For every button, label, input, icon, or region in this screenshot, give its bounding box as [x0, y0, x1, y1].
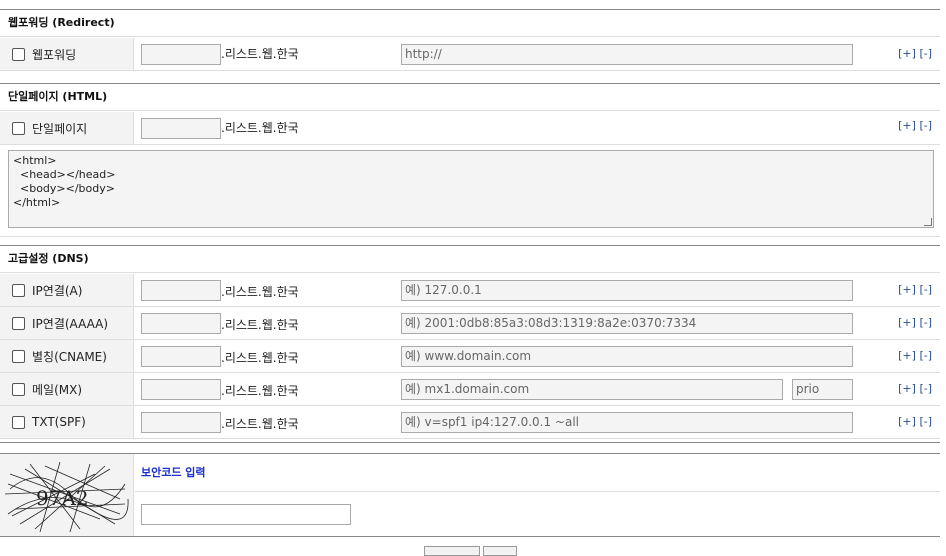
dns-mx-value-input[interactable]: 예) mx1.domain.com — [401, 379, 783, 400]
dns-a-label: IP연결(A) — [32, 283, 83, 298]
dns-aaaa-checkbox[interactable] — [12, 316, 25, 330]
dns-row: 메일(MX) .리스트.웹.한국 예) mx1.domain.com prio … — [0, 373, 940, 406]
dns-cname-value-input[interactable]: 예) www.domain.com — [401, 346, 853, 367]
dns-mx-checkbox[interactable] — [12, 382, 25, 396]
dns-txt-domain-suffix: .리스트.웹.한국 — [221, 417, 299, 431]
add-row-button[interactable]: [+] — [898, 415, 916, 428]
dns-mx-label: 메일(MX) — [32, 382, 83, 397]
single-page-row: 단일페이지 .리스트.웹.한국 [+] [-] — [0, 112, 940, 145]
remove-row-button[interactable]: [-] — [919, 349, 932, 362]
dns-cname-domain-suffix: .리스트.웹.한국 — [221, 351, 299, 365]
remove-row-button[interactable]: [-] — [919, 47, 932, 60]
captcha-input[interactable] — [141, 504, 351, 525]
redirect-url-input[interactable]: http:// — [401, 44, 853, 65]
dns-aaaa-domain-suffix: .리스트.웹.한국 — [221, 318, 299, 332]
redirect-subdomain-input[interactable] — [141, 44, 221, 65]
captcha-image: 97A2 — [4, 461, 129, 533]
remove-row-button[interactable]: [-] — [919, 283, 932, 296]
dns-txt-checkbox[interactable] — [12, 415, 25, 429]
dns-aaaa-value-input[interactable]: 예) 2001:0db8:85a3:08d3:1319:8a2e:0370:73… — [401, 313, 853, 334]
dns-aaaa-subdomain-input[interactable] — [141, 313, 221, 334]
add-row-button[interactable]: [+] — [898, 283, 916, 296]
dns-row: TXT(SPF) .리스트.웹.한국 예) v=spf1 ip4:127.0.0… — [0, 406, 940, 439]
dns-section-title: 고급설정 (DNS) — [0, 245, 940, 273]
redirect-row: 웹포워딩 .리스트.웹.한국 http:// [+] [-] — [0, 38, 940, 71]
resize-handle-icon[interactable] — [924, 218, 932, 226]
dns-label-cell: 메일(MX) — [0, 373, 134, 405]
single-page-label-cell: 단일페이지 — [0, 112, 134, 144]
divider — [0, 442, 940, 443]
captcha-code: 97A2 — [36, 486, 89, 510]
redirect-checkbox[interactable] — [12, 47, 25, 61]
dns-label-cell: IP연결(A) — [0, 274, 134, 306]
redirect-domain-suffix: .리스트.웹.한국 — [221, 47, 299, 61]
remove-row-button[interactable]: [-] — [919, 382, 932, 395]
remove-row-button[interactable]: [-] — [919, 415, 932, 428]
redirect-section-title: 웹포워딩 (Redirect) — [0, 9, 940, 37]
dns-cname-subdomain-input[interactable] — [141, 346, 221, 367]
dns-row: 별칭(CNAME) .리스트.웹.한국 예) www.domain.com [+… — [0, 340, 940, 373]
single-page-subdomain-input[interactable] — [141, 118, 221, 139]
dns-a-value-input[interactable]: 예) 127.0.0.1 — [401, 280, 853, 301]
html-textarea[interactable]: <html> <head></head> <body></body> </htm… — [8, 150, 934, 228]
dns-mx-row-controls: [+] [-] — [898, 381, 932, 397]
dns-mx-domain-suffix: .리스트.웹.한국 — [221, 384, 299, 398]
dns-a-checkbox[interactable] — [12, 283, 25, 297]
add-row-button[interactable]: [+] — [898, 349, 916, 362]
dns-row: IP연결(AAAA) .리스트.웹.한국 예) 2001:0db8:85a3:0… — [0, 307, 940, 340]
divider — [0, 236, 940, 237]
captcha-label: 보안코드 입력 — [141, 466, 206, 479]
divider — [0, 536, 940, 537]
dns-aaaa-label: IP연결(AAAA) — [32, 316, 109, 331]
dns-row: IP연결(A) .리스트.웹.한국 예) 127.0.0.1 [+] [-] — [0, 274, 940, 307]
dns-a-subdomain-input[interactable] — [141, 280, 221, 301]
html-textarea-content: <html> <head></head> <body></body> </htm… — [13, 154, 116, 209]
single-page-domain-suffix: .리스트.웹.한국 — [221, 121, 299, 135]
dns-label-cell: IP연결(AAAA) — [0, 307, 134, 339]
dns-label-cell: TXT(SPF) — [0, 406, 134, 438]
dns-mx-prio-input[interactable]: prio — [792, 379, 853, 400]
dns-aaaa-row-controls: [+] [-] — [898, 315, 932, 331]
dns-label-cell: 별칭(CNAME) — [0, 340, 134, 372]
single-page-section-title: 단일페이지 (HTML) — [0, 83, 940, 111]
dns-cname-label: 별칭(CNAME) — [32, 349, 107, 364]
add-row-button[interactable]: [+] — [898, 382, 916, 395]
add-row-button[interactable]: [+] — [898, 119, 916, 132]
dns-txt-row-controls: [+] [-] — [898, 414, 932, 430]
remove-row-button[interactable]: [-] — [919, 119, 932, 132]
add-row-button[interactable]: [+] — [898, 316, 916, 329]
dns-cname-row-controls: [+] [-] — [898, 348, 932, 364]
redirect-label: 웹포워딩 — [32, 47, 77, 62]
single-page-label: 단일페이지 — [32, 121, 88, 136]
captcha-panel: 97A2 — [0, 454, 134, 536]
dns-a-domain-suffix: .리스트.웹.한국 — [221, 285, 299, 299]
redirect-row-controls: [+] [-] — [898, 46, 932, 62]
divider — [0, 453, 940, 454]
redirect-label-cell: 웹포워딩 — [0, 38, 134, 70]
dns-txt-label: TXT(SPF) — [32, 415, 86, 429]
dns-txt-value-input[interactable]: 예) v=spf1 ip4:127.0.0.1 ~all — [401, 412, 853, 433]
dns-txt-subdomain-input[interactable] — [141, 412, 221, 433]
divider — [135, 491, 940, 492]
dns-cname-checkbox[interactable] — [12, 349, 25, 363]
dns-a-row-controls: [+] [-] — [898, 282, 932, 298]
add-row-button[interactable]: [+] — [898, 47, 916, 60]
single-page-row-controls: [+] [-] — [898, 118, 932, 134]
single-page-checkbox[interactable] — [12, 121, 25, 135]
remove-row-button[interactable]: [-] — [919, 316, 932, 329]
dns-mx-subdomain-input[interactable] — [141, 379, 221, 400]
